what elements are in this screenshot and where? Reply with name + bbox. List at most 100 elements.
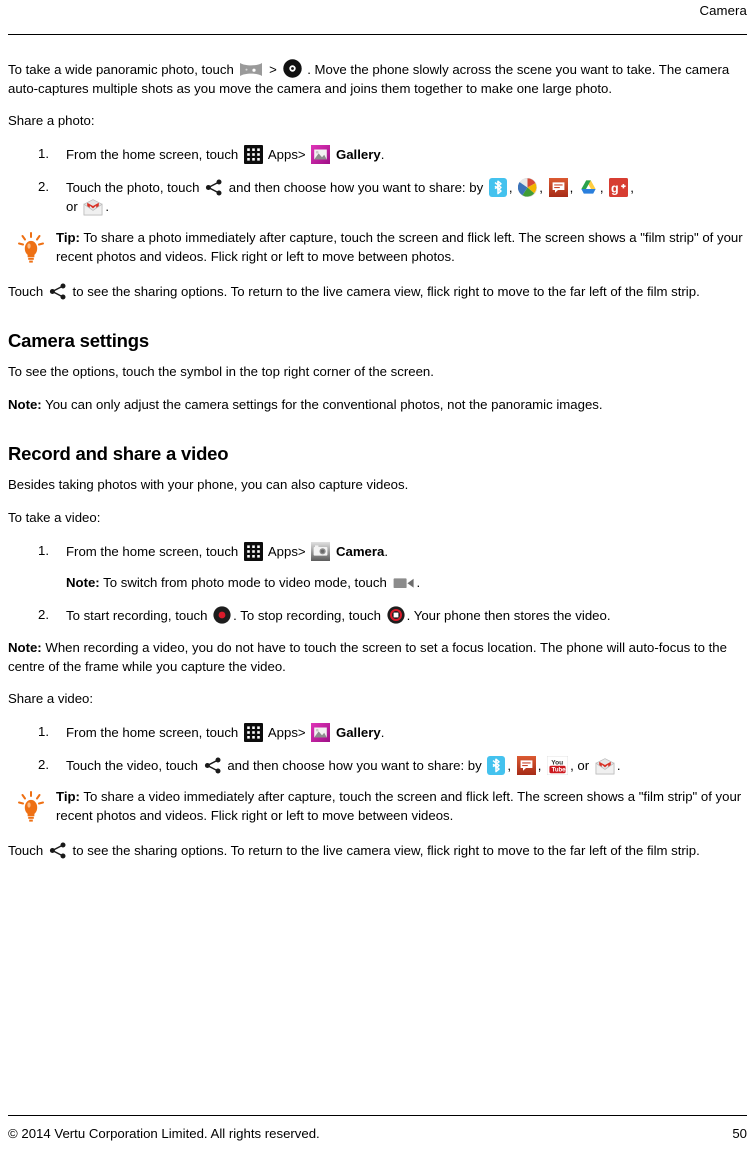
list-item: 2. To start recording, touch . To stop r… [8, 606, 747, 626]
comma-sep: , [508, 179, 513, 195]
step-text-before: Touch the photo, touch [66, 179, 200, 195]
note-text: To switch from photo mode to video mode,… [103, 575, 387, 591]
gallery-app-icon[interactable] [311, 145, 331, 165]
comma-sep: , [599, 179, 604, 195]
tip-label: Tip: [56, 230, 80, 246]
step-text-after: . [384, 543, 389, 559]
tip-video-box: Tip: To share a video immediately after … [8, 788, 747, 830]
note-period: . [416, 575, 421, 591]
manual-page: Camera To take a wide panoramic photo, t… [0, 0, 755, 1162]
apps-label: Apps [267, 147, 298, 163]
bluetooth-icon[interactable] [488, 177, 507, 197]
lightbulb-icon [16, 790, 46, 824]
video-mode-note: Note: To switch from photo mode to video… [66, 574, 747, 593]
page-title: Camera settings [8, 330, 149, 352]
step-number: 2. [38, 756, 49, 772]
recording-note: Note: When recording a video, you do not… [8, 639, 747, 676]
chapter-title: Camera [699, 3, 747, 18]
step-separator: > [297, 543, 306, 559]
or-word: , or [570, 757, 590, 773]
touch-text-1: Touch [8, 843, 44, 859]
step-number: 2. [38, 178, 49, 194]
note-text: You can only adjust the camera settings … [45, 397, 603, 413]
note-text: When recording a video, you do not have … [8, 639, 727, 674]
share-photo-intro: Share a photo: [8, 113, 95, 129]
step-separator: > [297, 147, 306, 163]
share-video-intro: Share a video: [8, 691, 94, 707]
gmail-icon[interactable] [595, 757, 615, 775]
panorama-paragraph: To take a wide panoramic photo, touch > … [8, 59, 747, 98]
comma-sep: , [537, 757, 542, 773]
touch-text-2: to see the sharing options. To return to… [72, 284, 700, 300]
footer-divider [8, 1115, 747, 1117]
step-text-after: . [380, 725, 385, 741]
youtube-icon[interactable]: You Tube [547, 755, 569, 775]
svg-text:g: g [611, 181, 619, 195]
step-text-before: From the home screen, touch [66, 725, 239, 741]
photo-share-steps: 1. From the home screen, touch Apps> Gal… [8, 145, 747, 216]
messaging-icon[interactable] [516, 755, 536, 775]
list-item: 1. From the home screen, touch [8, 723, 747, 743]
touch-share-photo-paragraph: Touch to see the sharing options. To ret… [8, 283, 747, 302]
page-content: To take a wide panoramic photo, touch > … [8, 35, 747, 861]
list-item: 1. From the home screen, touch [8, 541, 747, 593]
gallery-app-icon[interactable] [311, 723, 331, 743]
tip-text: To share a video immediately after captu… [56, 789, 742, 824]
period: . [616, 757, 621, 773]
record-button-icon[interactable] [213, 606, 231, 624]
page-title: Record and share a video [8, 442, 229, 464]
page-footer: © 2014 Vertu Corporation Limited. All ri… [8, 1115, 747, 1144]
step-text-1: To start recording, touch [66, 608, 208, 624]
page-header: Camera [8, 0, 747, 30]
share-icon[interactable] [49, 283, 67, 300]
apps-grid-icon[interactable] [243, 145, 263, 165]
note-label: Note: [8, 397, 42, 413]
google-plus-icon[interactable]: g [609, 177, 629, 197]
tip-photo-box: Tip: To share a photo immediately after … [8, 229, 747, 271]
take-video-intro: To take a video: [8, 509, 101, 525]
page-number: 50 [732, 1126, 747, 1142]
step-text-before: From the home screen, touch [66, 147, 239, 163]
lightbulb-icon [16, 231, 46, 265]
record-video-intro: Besides taking photos with your phone, y… [8, 477, 409, 493]
app-name: Camera [335, 543, 385, 559]
svg-text:Tube: Tube [552, 767, 567, 773]
picasa-icon[interactable] [518, 177, 538, 197]
comma-sep: , [507, 757, 512, 773]
step-number: 2. [38, 607, 49, 623]
app-name: Gallery [335, 725, 381, 741]
bluetooth-icon[interactable] [487, 755, 506, 775]
google-drive-icon[interactable] [579, 178, 598, 197]
touch-text-1: Touch [8, 284, 44, 300]
list-item: 1. From the home screen, touch [8, 145, 747, 165]
step-text-before: From the home screen, touch [66, 543, 239, 559]
camera-app-icon[interactable] [311, 541, 331, 561]
comma-sep: , [569, 179, 574, 195]
share-icon[interactable] [204, 757, 222, 774]
stop-button-icon[interactable] [387, 606, 405, 624]
period: . [105, 198, 110, 214]
video-share-steps: 1. From the home screen, touch Apps> Gal… [8, 723, 747, 775]
messaging-icon[interactable] [548, 177, 568, 197]
note-label: Note: [66, 575, 100, 591]
video-record-steps: 1. From the home screen, touch Apps> Cam… [8, 541, 747, 626]
video-camera-icon[interactable] [393, 576, 415, 590]
app-name: Gallery [335, 147, 381, 163]
list-item: 2. Touch the video, touch and then choos… [8, 755, 747, 776]
share-icon[interactable] [205, 179, 223, 196]
apps-grid-icon[interactable] [243, 541, 263, 561]
step-text-after: and then choose how you want to share: b… [228, 179, 484, 195]
gmail-icon[interactable] [83, 198, 103, 216]
svg-text:You: You [551, 759, 563, 766]
camera-settings-note: Note: You can only adjust the camera set… [8, 396, 747, 415]
panorama-separator: > [269, 62, 277, 77]
note-label: Note: [8, 639, 42, 655]
list-item: 2. Touch the photo, touch and then choos… [8, 177, 747, 216]
apps-grid-icon[interactable] [243, 723, 263, 743]
touch-share-video-paragraph: Touch to see the sharing options. To ret… [8, 842, 747, 861]
comma-sep: , [539, 179, 543, 195]
camera-shutter-icon [282, 59, 302, 78]
step-text-3: . Your phone then stores the video. [406, 608, 611, 624]
apps-label: Apps [267, 725, 298, 741]
share-icon[interactable] [49, 842, 67, 859]
